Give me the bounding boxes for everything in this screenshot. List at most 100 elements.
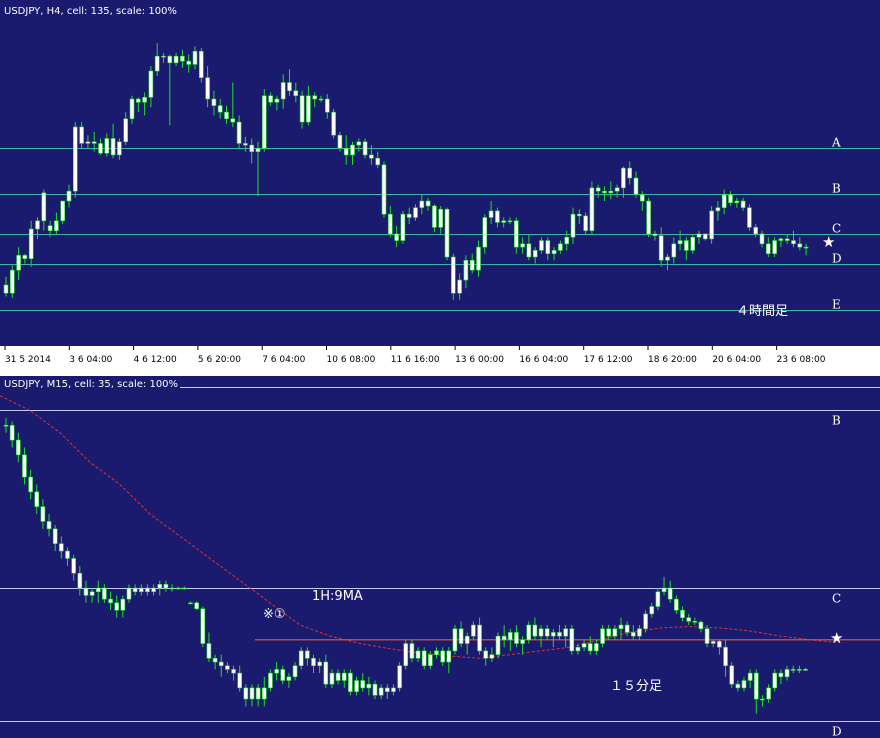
candle-body [415,650,421,659]
candle-body [476,246,481,271]
candle-body [114,602,119,611]
candle-body [684,240,689,251]
chart-window: USDJPY, H4, cell: 135, scale: 100% A B C D E… [0,0,880,738]
candle-body [413,207,418,218]
candle-body [526,624,532,641]
candle-body [570,213,576,238]
ma-label: 1H:9MA [312,589,363,604]
candle-body [627,167,633,179]
candle-body [686,617,691,622]
candle-body [495,210,500,223]
level-label: B [832,414,841,428]
candle-body [280,82,286,100]
candle-body [563,628,568,637]
candle-body [674,598,679,611]
time-tick-label: 17 6 12:00 [584,355,633,365]
candle-body [65,550,70,559]
candle-body [169,587,175,590]
candle-body [305,650,310,659]
candle-body [425,200,431,207]
candle-body [378,687,384,696]
candle-body [343,148,349,156]
candle-body [428,654,433,667]
candle-body [501,220,507,223]
candle-body [740,200,746,208]
candle-body [362,141,368,156]
candle-body [287,82,292,92]
candle-body [41,192,47,222]
candle-body [633,177,639,195]
candle-body [243,687,249,700]
candle-body [735,683,741,689]
level-label: C [832,592,841,606]
candle-body [608,190,614,194]
candle-body [702,233,708,240]
candle-body [452,628,458,652]
candle-body [526,243,532,258]
time-tick-label: 10 6 08:00 [327,355,376,365]
candle-body [145,587,150,593]
candle-body [292,665,298,678]
candle-body [237,672,242,689]
candle-body [341,672,347,681]
level-label: D [832,725,842,738]
candle-body [188,602,193,605]
candle-body [667,587,673,600]
top-star-marker: ★ [822,233,835,251]
candle-body [117,141,122,156]
candle-body [299,95,305,123]
candle-body [180,55,185,62]
candle-body [375,157,381,166]
candle-body [148,70,154,98]
candle-body [589,187,595,231]
candle-body [384,687,390,692]
candle-body [655,591,661,607]
candle-body [249,687,255,700]
level-label: B [832,182,841,196]
candle-body [243,143,248,146]
candle-body [784,669,790,678]
candle-body [630,632,636,637]
top-annotation-label: ４時間足 [736,304,788,319]
candle-body [3,284,9,294]
level-label: A [831,136,841,150]
candle-body [175,587,181,590]
candle-body [576,213,582,217]
candle-body [532,624,538,637]
candle-body [575,646,581,652]
bottom-star-marker: ★ [830,629,843,647]
candle-body [218,661,224,667]
candle-body [583,215,588,231]
time-tick-label: 18 6 20:00 [648,355,697,365]
candle-body [331,111,336,136]
candle-body [350,144,355,156]
candle-body [803,246,809,249]
candle-body [40,506,46,522]
candle-body [102,587,107,600]
candle-body [136,98,141,103]
candle-body [614,187,620,192]
candle-body [163,584,169,589]
candle-body [710,641,716,644]
candle-body [348,672,353,692]
candle-body [335,672,341,681]
candle-body [803,669,808,671]
candle-body [59,543,64,552]
candle-body [483,650,489,659]
candle-body [489,654,495,659]
candle-body [28,476,33,493]
candle-body [66,190,72,202]
candle-body [89,591,95,596]
candle-body [649,606,655,615]
candle-body [643,613,648,630]
candle-body [753,672,759,700]
candle-body [274,669,279,674]
candle-body [419,200,425,208]
candle-body [132,587,138,593]
time-tick-label: 11 6 16:00 [391,355,440,365]
candle-body [558,243,563,251]
candle-body [587,643,593,652]
candle-body [434,650,439,655]
candle-body [104,138,110,154]
candle-body [286,676,292,681]
